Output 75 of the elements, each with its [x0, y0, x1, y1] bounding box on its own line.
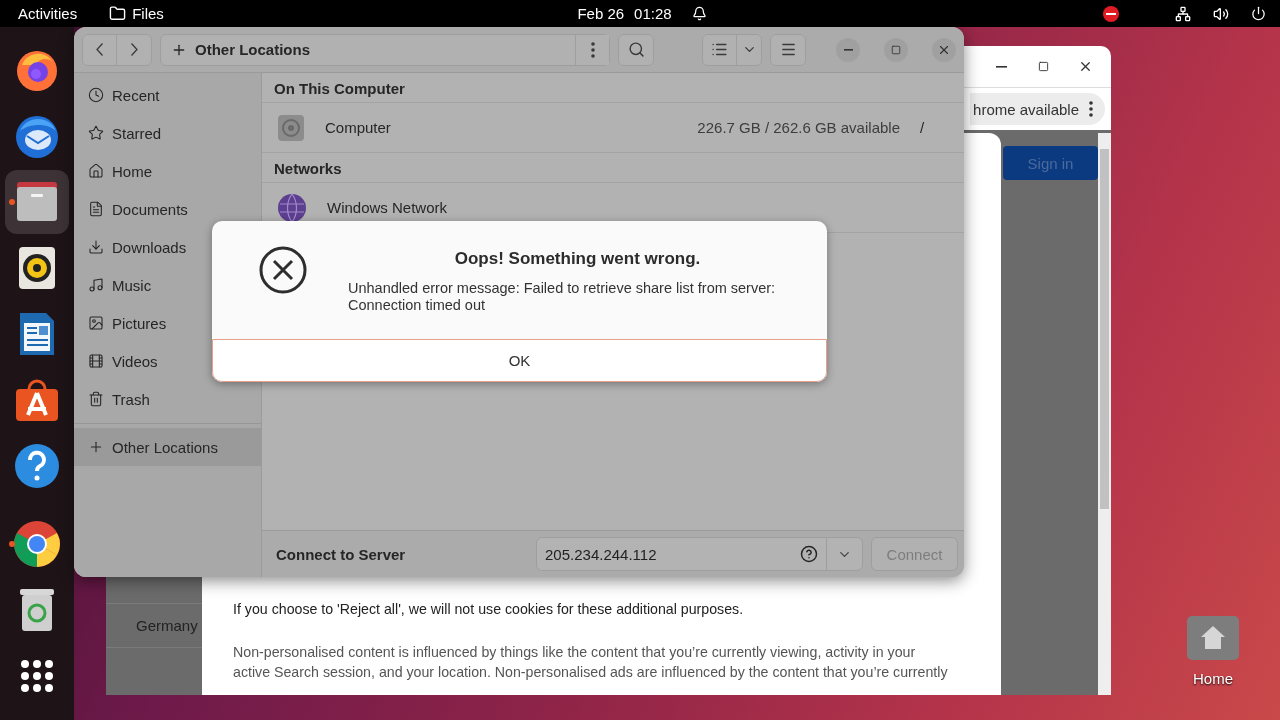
recycle-bin-icon: [18, 587, 56, 633]
browser-ring-icon: [13, 520, 61, 568]
folder-icon: [109, 5, 127, 22]
close-button[interactable]: [932, 37, 956, 62]
maximize-button[interactable]: [884, 37, 908, 62]
dock-launcher[interactable]: [5, 170, 69, 234]
connect-label: Connect to Server: [276, 545, 407, 563]
dialog-title: Oops! Something went wrong.: [453, 249, 702, 269]
ok-button[interactable]: OK: [212, 339, 827, 382]
sidebar-item[interactable]: Documents: [74, 190, 261, 228]
more-icon: [590, 41, 595, 58]
path-menu-button[interactable]: [575, 34, 609, 65]
maximize-icon: [1037, 61, 1049, 72]
volume-icon: [1213, 5, 1229, 22]
speaker-icon: [18, 246, 56, 290]
update-chip[interactable]: hrome available: [970, 93, 1105, 125]
error-message: Unhandled error message: Failed to retrieve share list from server: Connection timed out: [348, 280, 777, 314]
section-title: Networks: [262, 153, 964, 183]
section-title: On This Computer: [262, 73, 964, 103]
error-icon: [258, 245, 308, 295]
bell-icon: [691, 6, 707, 21]
minimize-icon: [995, 65, 1007, 68]
notice-text: If you choose to 'Reject all', we will not use cookies for these additional purposes.: [233, 600, 745, 619]
desktop-label: Home: [1193, 670, 1233, 687]
location-row[interactable]: Computer 226.7 GB / 262.6 GB available /: [262, 103, 964, 153]
download-icon: [88, 239, 104, 255]
search-button[interactable]: [619, 34, 653, 65]
menu-button[interactable]: [771, 34, 805, 65]
shopping-bag-icon: [14, 377, 60, 423]
app-menu[interactable]: Files: [109, 5, 164, 22]
sidebar-item[interactable]: Trash: [74, 380, 261, 418]
clock-icon: [88, 87, 104, 103]
scrollbar[interactable]: [1098, 133, 1111, 695]
trash-icon: [88, 391, 104, 407]
maximize-icon: [891, 44, 901, 55]
sidebar-item[interactable]: Recent: [74, 76, 261, 114]
more-icon: [1089, 101, 1093, 117]
chevron-right-icon: [130, 43, 138, 56]
disk-usage: 226.7 GB / 262.6 GB available: [697, 119, 900, 136]
location-name: Windows Network: [327, 199, 449, 216]
star-icon: [88, 125, 104, 141]
picture-icon: [88, 315, 104, 331]
clock[interactable]: Feb 26 01:28: [577, 5, 707, 22]
sidebar-item[interactable]: Other Locations: [74, 428, 261, 466]
file-cabinet-icon: [14, 181, 60, 223]
chevron-left-icon: [96, 43, 103, 56]
paragraph: Non-personalised content is influenced by things like the content that you’re currently viewing, activity in your active Search session, and your location. Non-personalised ads are influenced by the content that you’re currently: [233, 643, 949, 682]
minimize-icon: [843, 48, 853, 51]
home-folder-icon[interactable]: [1185, 614, 1241, 662]
help-icon: [14, 443, 60, 489]
menu-icon: [779, 41, 797, 58]
sidebar-item[interactable]: Starred: [74, 114, 261, 152]
list-icon: [711, 41, 728, 58]
film-icon: [88, 353, 104, 369]
table-cell: Germany: [136, 617, 198, 634]
do-not-disturb-icon: [1103, 5, 1119, 22]
house-icon: [88, 163, 104, 179]
activities-button[interactable]: Activities: [18, 5, 78, 22]
app-grid-icon: [20, 659, 54, 693]
list-view-button[interactable]: [703, 34, 737, 65]
network-globe-icon: [277, 192, 307, 223]
power-icon: [1251, 6, 1266, 21]
path-label: Other Locations: [195, 41, 310, 58]
music-note-icon: [88, 277, 104, 293]
document-icon: [18, 311, 56, 357]
disk-drive-icon: [277, 113, 305, 142]
path-bar[interactable]: Other Locations: [160, 33, 610, 66]
document-icon: [88, 201, 104, 217]
plus-icon: [88, 439, 104, 455]
network-icon: [1175, 5, 1191, 22]
search-icon: [627, 41, 645, 58]
location-name: Computer: [325, 119, 392, 136]
help-icon: [800, 545, 818, 563]
sidebar-item[interactable]: Home: [74, 152, 261, 190]
mount-point: /: [919, 119, 926, 136]
